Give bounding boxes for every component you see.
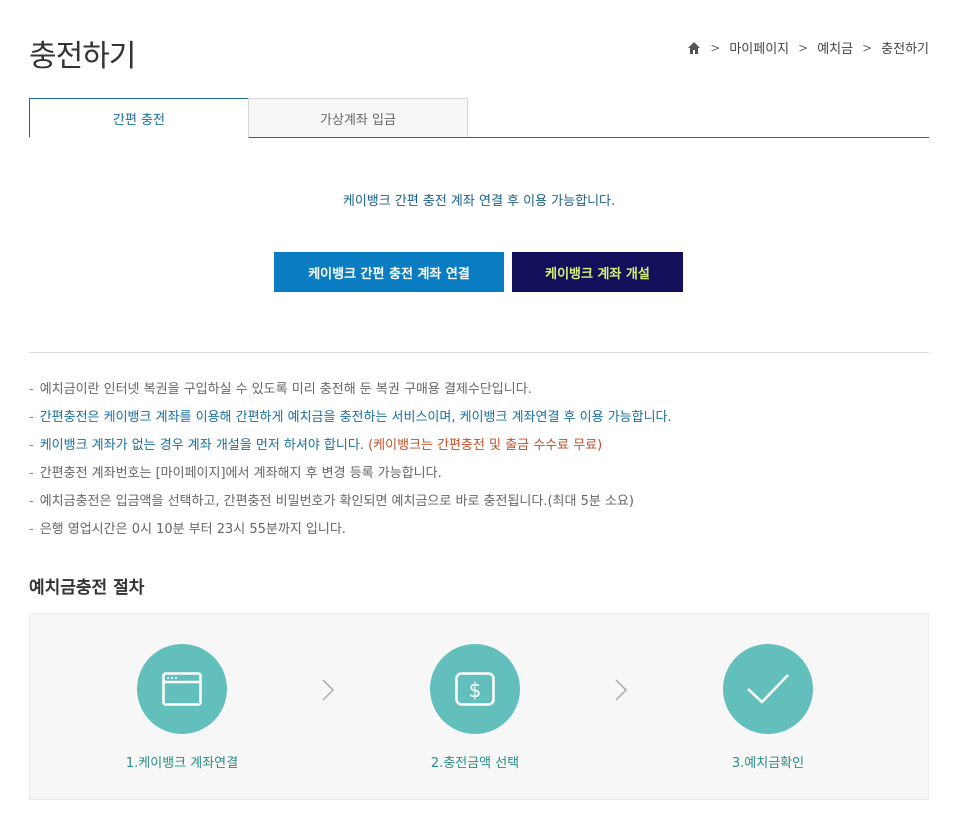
- chevron-right-icon: >: [710, 40, 721, 55]
- breadcrumb: > 마이페이지 > 예치금 > 충전하기: [687, 38, 929, 57]
- process-step-3: 3.예치금확인: [668, 644, 868, 771]
- info-item: - 케이뱅크 계좌가 없는 경우 계좌 개설을 먼저 하셔야 합니다. (케이뱅크…: [29, 438, 603, 453]
- breadcrumb-item-charge: 충전하기: [881, 42, 929, 57]
- svg-text:$: $: [469, 678, 482, 702]
- tab-virtual-account[interactable]: 가상계좌 입금: [248, 98, 468, 137]
- info-item: - 은행 영업시간은 0시 10분 부터 23시 55분까지 입니다.: [29, 522, 346, 537]
- info-item: - 예치금이란 인터넷 복권을 구입하실 수 있도록 미리 충전해 둔 복권 구매…: [29, 382, 532, 397]
- process-step-label: 3.예치금확인: [731, 756, 805, 771]
- check-icon: [723, 644, 813, 734]
- info-item: - 예치금충전은 입금액을 선택하고, 간편충전 비밀번호가 확인되면 예치금으로…: [29, 494, 634, 509]
- process-step-label: 2.충전금액 선택: [430, 756, 520, 771]
- chevron-right-icon: >: [798, 40, 809, 55]
- info-item: - 간편충전 계좌번호는 [마이페이지]에서 계좌해지 후 변경 등록 가능합니다…: [29, 466, 442, 481]
- process-box: 1.케이뱅크 계좌연결 $ 2.충전금액 선택 3.예치금확인: [29, 613, 929, 800]
- info-item: - 간편충전은 케이뱅크 계좌를 이용해 간편하게 예치금을 충전하는 서비스이며…: [29, 410, 672, 425]
- browser-window-icon: [137, 644, 227, 734]
- process-step-2: $ 2.충전금액 선택: [375, 644, 575, 771]
- chevron-right-icon: [613, 678, 629, 702]
- info-list: - 예치금이란 인터넷 복권을 구입하실 수 있도록 미리 충전해 둔 복권 구매…: [29, 380, 929, 548]
- chevron-right-icon: >: [862, 40, 873, 55]
- tab-easy-charge[interactable]: 간편 충전: [29, 98, 249, 138]
- breadcrumb-item-deposit[interactable]: 예치금: [817, 38, 853, 57]
- process-step-label: 1.케이뱅크 계좌연결: [125, 756, 239, 771]
- tab-bar: 간편 충전 가상계좌 입금: [29, 98, 929, 138]
- link-account-button[interactable]: 케이뱅크 간편 충전 계좌 연결: [274, 252, 504, 292]
- open-account-button[interactable]: 케이뱅크 계좌 개설: [512, 252, 683, 292]
- breadcrumb-item-mypage[interactable]: 마이페이지: [729, 38, 789, 57]
- dollar-icon: $: [430, 644, 520, 734]
- home-icon[interactable]: [687, 41, 701, 55]
- free-fee-highlight: (케이뱅크는 간편충전 및 출금 수수료 무료): [368, 438, 603, 453]
- notice-text: 케이뱅크 간편 충전 계좌 연결 후 이용 가능합니다.: [342, 194, 616, 209]
- process-title: 예치금충전 절차: [29, 578, 145, 598]
- page-title: 충전하기: [29, 39, 136, 74]
- process-step-1: 1.케이뱅크 계좌연결: [82, 644, 282, 771]
- divider: [29, 352, 929, 353]
- chevron-right-icon: [320, 678, 336, 702]
